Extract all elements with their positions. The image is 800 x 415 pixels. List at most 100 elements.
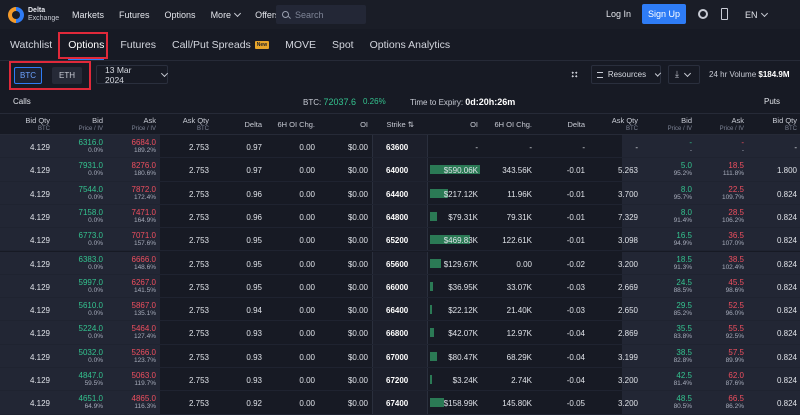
call-ask-price[interactable]: 4865.0 (132, 394, 156, 403)
call-ask-price[interactable]: 6267.0 (132, 278, 156, 287)
call-ask-price[interactable]: 7071.0 (132, 231, 156, 240)
put-bid-qty[interactable]: 0.824 (777, 260, 797, 269)
put-bid-qty[interactable]: 0.824 (777, 213, 797, 222)
call-bid-qty[interactable]: 4.129 (30, 399, 50, 408)
call-ask-qty[interactable]: 2.753 (189, 376, 209, 385)
col-put-oi[interactable]: OI (470, 121, 478, 129)
call-bid-qty[interactable]: 4.129 (30, 166, 50, 175)
strike-price[interactable]: 64000 (386, 166, 408, 175)
strike-price[interactable]: 66400 (386, 306, 408, 315)
call-bid-qty[interactable]: 4.129 (30, 190, 50, 199)
tab-call-put-spreads[interactable]: Call/Put Spreads New (172, 39, 270, 51)
table-row[interactable]: 4.129 7158.0 0.0% 7471.0 164.9% 2.753 0.96 0.00… (0, 204, 800, 229)
login-link[interactable]: Log In (606, 9, 631, 19)
nav-markets[interactable]: Markets (72, 10, 104, 20)
put-ask-price[interactable]: 66.5 (728, 394, 744, 403)
put-bid-price[interactable]: 29.5 (676, 301, 692, 310)
col-call-oi[interactable]: OI (360, 121, 368, 129)
put-bid-qty[interactable]: - (794, 143, 797, 152)
put-bid-price[interactable]: - (689, 138, 692, 147)
signup-button[interactable]: Sign Up (642, 4, 686, 24)
nav-options[interactable]: Options (165, 10, 196, 20)
gear-icon[interactable] (698, 9, 708, 19)
strike-price[interactable]: 65200 (386, 236, 408, 245)
call-ask-price[interactable]: 6684.0 (132, 138, 156, 147)
call-bid-qty[interactable]: 4.129 (30, 260, 50, 269)
col-call-ask[interactable]: Ask Price / IV (132, 117, 156, 133)
put-ask-qty[interactable]: 3.200 (618, 376, 638, 385)
col-put-ask-qty[interactable]: Ask Qty BTC (612, 117, 638, 133)
col-put-delta[interactable]: Delta (567, 121, 585, 129)
call-ask-price[interactable]: 7471.0 (132, 208, 156, 217)
call-bid-price[interactable]: 5610.0 (79, 301, 103, 310)
put-bid-qty[interactable]: 0.824 (777, 306, 797, 315)
call-ask-price[interactable]: 6666.0 (132, 255, 156, 264)
tab-watchlist[interactable]: Watchlist (10, 39, 52, 51)
call-ask-qty[interactable]: 2.753 (189, 399, 209, 408)
call-ask-qty[interactable]: 2.753 (189, 283, 209, 292)
table-row[interactable]: 4.129 6773.0 0.0% 7071.0 157.6% 2.753 0.95 0.00… (0, 228, 800, 252)
col-put-ask[interactable]: Ask Price / IV (720, 117, 744, 133)
call-bid-price[interactable]: 7544.0 (79, 185, 103, 194)
tab-futures[interactable]: Futures (120, 39, 156, 51)
call-bid-price[interactable]: 6316.0 (79, 138, 103, 147)
put-ask-qty[interactable]: 2.650 (618, 306, 638, 315)
put-ask-price[interactable]: 38.5 (728, 255, 744, 264)
call-ask-price[interactable]: 5867.0 (132, 301, 156, 310)
put-bid-price[interactable]: 18.5 (676, 255, 692, 264)
put-ask-qty[interactable]: 3.200 (618, 260, 638, 269)
put-bid-qty[interactable]: 0.824 (777, 376, 797, 385)
table-row[interactable]: 4.129 5610.0 0.0% 5867.0 135.1% 2.753 0.94 0.00… (0, 298, 800, 322)
strike-price[interactable]: 67000 (386, 353, 408, 362)
table-row[interactable]: 4.129 6316.0 0.0% 6684.0 189.2% 2.753 0.97 0.00… (0, 135, 800, 159)
put-ask-qty[interactable]: 3.200 (618, 399, 638, 408)
table-row[interactable]: 4.129 6383.0 0.0% 6666.0 148.6% 2.753 0.95 0.00… (0, 251, 800, 275)
logo[interactable]: Delta Exchange (8, 6, 72, 23)
mobile-icon[interactable] (721, 8, 728, 20)
nav-futures[interactable]: Futures (119, 10, 150, 20)
put-bid-price[interactable]: 8.0 (681, 208, 692, 217)
put-bid-qty[interactable]: 0.824 (777, 399, 797, 408)
put-ask-qty[interactable]: 3.098 (618, 236, 638, 245)
call-ask-qty[interactable]: 2.753 (189, 306, 209, 315)
strike-price[interactable]: 67200 (386, 376, 408, 385)
call-bid-price[interactable]: 6383.0 (79, 255, 103, 264)
resources-select[interactable]: Resources (591, 65, 662, 84)
call-ask-price[interactable]: 5266.0 (132, 348, 156, 357)
put-bid-price[interactable]: 38.5 (676, 348, 692, 357)
col-strike[interactable]: Strike ⇅ (386, 121, 414, 129)
call-bid-qty[interactable]: 4.129 (30, 213, 50, 222)
put-bid-price[interactable]: 48.5 (676, 394, 692, 403)
put-bid-price[interactable]: 24.5 (676, 278, 692, 287)
call-ask-qty[interactable]: 2.753 (189, 353, 209, 362)
put-ask-price[interactable]: 52.5 (728, 301, 744, 310)
call-bid-qty[interactable]: 4.129 (30, 353, 50, 362)
call-bid-qty[interactable]: 4.129 (30, 306, 50, 315)
strike-price[interactable]: 66000 (386, 283, 408, 292)
col-put-bid-qty[interactable]: Bid Qty BTC (772, 117, 797, 133)
col-put-oi-chg[interactable]: 6H OI Chg. (494, 121, 532, 129)
put-bid-price[interactable]: 42.5 (676, 371, 692, 380)
col-call-oi-chg[interactable]: 6H OI Chg. (277, 121, 315, 129)
put-ask-price[interactable]: 18.5 (728, 161, 744, 170)
strike-price[interactable]: 63600 (386, 143, 408, 152)
put-ask-qty[interactable]: 2.669 (618, 283, 638, 292)
table-row[interactable]: 4.129 7931.0 0.0% 8276.0 180.6% 2.753 0.97 0.00… (0, 158, 800, 182)
table-row[interactable]: 4.129 7544.0 0.0% 7872.0 172.4% 2.753 0.96 0.00… (0, 181, 800, 205)
call-bid-price[interactable]: 4651.0 (79, 394, 103, 403)
call-bid-qty[interactable]: 4.129 (30, 283, 50, 292)
put-bid-qty[interactable]: 0.824 (777, 353, 797, 362)
call-bid-qty[interactable]: 4.129 (30, 376, 50, 385)
strike-price[interactable]: 67400 (386, 399, 408, 408)
call-bid-price[interactable]: 7158.0 (79, 208, 103, 217)
search-input[interactable]: Search (276, 5, 366, 24)
download-select[interactable]: ⤓ (668, 65, 700, 84)
call-ask-price[interactable]: 7872.0 (132, 185, 156, 194)
put-bid-price[interactable]: 5.0 (681, 161, 692, 170)
put-ask-price[interactable]: 36.5 (728, 231, 744, 240)
call-ask-price[interactable]: 5464.0 (132, 324, 156, 333)
col-call-bid-qty[interactable]: Bid Qty BTC (25, 117, 50, 133)
call-bid-price[interactable]: 5224.0 (79, 324, 103, 333)
call-bid-price[interactable]: 6773.0 (79, 231, 103, 240)
put-ask-price[interactable]: 28.5 (728, 208, 744, 217)
